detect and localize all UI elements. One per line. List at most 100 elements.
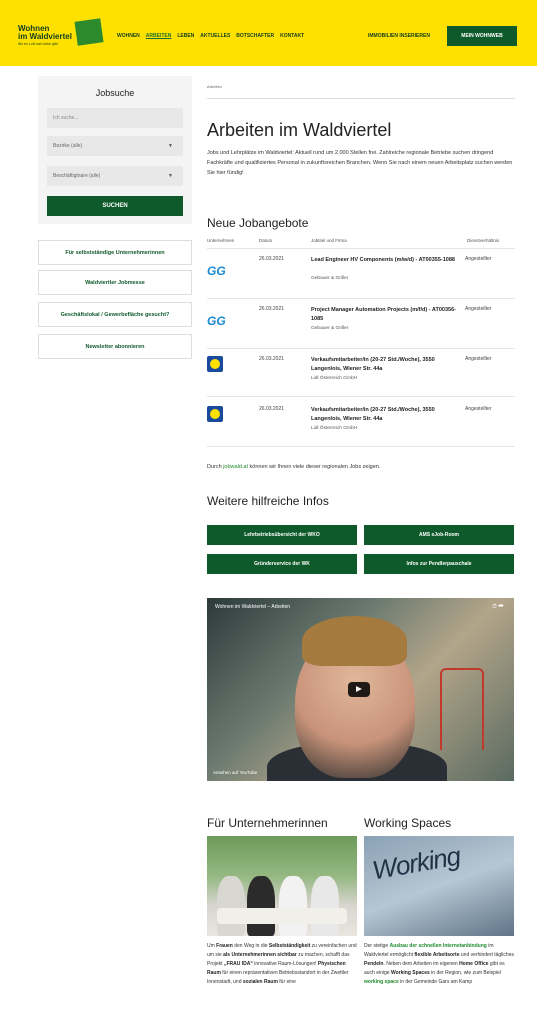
video-person-hair bbox=[302, 616, 407, 666]
job-date: 26.03.2021 bbox=[259, 306, 285, 312]
gruenderservice-button[interactable]: Gründerservice der WK bbox=[207, 554, 357, 574]
text-bold: „FRAU IDA“ bbox=[223, 961, 253, 967]
hours-select[interactable]: Beschäftigtnare (alle) ▼ bbox=[47, 166, 183, 186]
text-segment: und verhindert tägliches bbox=[459, 952, 514, 958]
job-title[interactable]: Lead Engineer HV Components (m/w/d) - AT… bbox=[311, 256, 461, 265]
unternehmerinnen-image[interactable] bbox=[207, 836, 357, 936]
text-segment: den Weg in die bbox=[232, 943, 269, 949]
job-date: 26.03.2021 bbox=[259, 406, 285, 412]
info-heading: Weitere hilfreiche Infos bbox=[207, 494, 329, 508]
text-bold: Frauen bbox=[216, 943, 233, 949]
video-player[interactable]: Wohnen im Waldviertel – Arbeiten ⏱ ➦ Ans… bbox=[207, 598, 514, 781]
link-geschaeftslokal[interactable]: Geschäftslokal / Gewerbefläche gesucht? bbox=[38, 302, 192, 327]
note-text: Durch bbox=[207, 464, 224, 470]
divider bbox=[207, 248, 515, 249]
page-title: Arbeiten im Waldviertel bbox=[207, 120, 392, 140]
mein-wohnweb-button[interactable]: MEIN WOHNWEB bbox=[447, 26, 517, 46]
job-company: Lidl Österreich GmbH bbox=[311, 426, 358, 431]
link-newsletter[interactable]: Newsletter abonnieren bbox=[38, 334, 192, 359]
site-header: Wohnen im Waldviertel Wo es Luft und Lie… bbox=[0, 0, 537, 66]
logo-text: Wohnen im Waldviertel bbox=[18, 25, 72, 41]
nav-arbeiten[interactable]: ARBEITEN bbox=[146, 33, 172, 39]
intro-text: Jobs und Lehrplätze im Waldviertel: Aktu… bbox=[207, 150, 513, 176]
video-title[interactable]: Wohnen im Waldviertel – Arbeiten bbox=[215, 604, 290, 610]
share-icon[interactable]: ⏱ ➦ bbox=[492, 604, 504, 611]
unternehmerinnen-text: Um Frauen den Weg in die Selbstständigke… bbox=[207, 942, 357, 987]
job-row[interactable]: 26.03.2021 Verkaufsmitarbeiter/in (20-27… bbox=[207, 354, 515, 398]
job-company: Gebauer & Griller bbox=[311, 326, 349, 331]
text-segment: in der Region, wie zum Beispiel bbox=[429, 970, 501, 976]
job-row[interactable]: GG 26.03.2021 Project Manager Automation… bbox=[207, 304, 515, 348]
working-spaces-text: Der stetige Ausbau der schnellen Interne… bbox=[364, 942, 514, 987]
person-figure bbox=[311, 876, 339, 936]
text-segment: für eine bbox=[277, 979, 296, 985]
site-logo[interactable]: Wohnen im Waldviertel Wo es Luft und Lie… bbox=[18, 18, 108, 50]
divider bbox=[207, 298, 515, 299]
job-date: 26.03.2021 bbox=[259, 356, 285, 362]
text-bold: flexible Arbeitsorte bbox=[414, 952, 460, 958]
job-row[interactable]: GG 26.03.2021 Lead Engineer HV Component… bbox=[207, 254, 515, 298]
divider bbox=[207, 396, 515, 397]
play-icon[interactable] bbox=[348, 682, 370, 697]
district-value: Bezirke (alle) bbox=[53, 143, 83, 149]
job-company: Lidl Österreich GmbH bbox=[311, 376, 358, 381]
person-figure bbox=[247, 876, 275, 936]
lidl-logo-icon bbox=[207, 406, 223, 422]
nav-aktuelles[interactable]: AKTUELLES bbox=[200, 33, 230, 39]
jobwald-link[interactable]: jobwald.at bbox=[223, 464, 248, 470]
divider bbox=[207, 348, 515, 349]
text-bold: Pendeln bbox=[364, 961, 384, 967]
text-link[interactable]: Ausbau der schnellen Internetanbindung bbox=[390, 943, 487, 949]
col-unternehmen: Unternehmen bbox=[207, 238, 235, 243]
link-selbststaendige[interactable]: Für selbstständige Unternehmerinnen bbox=[38, 240, 192, 265]
breadcrumb[interactable]: Arbeiten bbox=[207, 84, 222, 89]
nav-wohnen[interactable]: WOHNEN bbox=[117, 33, 140, 39]
jobsuche-title: Jobsuche bbox=[95, 88, 135, 98]
text-bold: Working Spaces bbox=[390, 970, 430, 976]
working-sign-text: Working bbox=[369, 840, 463, 886]
working-spaces-heading: Working Spaces bbox=[364, 816, 452, 830]
text-segment: . Neben dem Arbeiten im eigenen bbox=[383, 961, 460, 967]
job-title[interactable]: Verkaufsmitarbeiter/in (20-27 Std./Woche… bbox=[311, 356, 461, 374]
immobilien-inserieren-link[interactable]: IMMOBILIEN INSERIEREN bbox=[368, 33, 430, 39]
chevron-down-icon: ▼ bbox=[168, 143, 173, 149]
text-segment: Der stetige bbox=[364, 943, 390, 949]
logo-line-2: im Waldviertel bbox=[18, 32, 72, 41]
text-segment: Um bbox=[207, 943, 217, 949]
job-title[interactable]: Project Manager Automation Projects (m/f… bbox=[311, 306, 461, 324]
district-select[interactable]: Bezirke (alle) ▼ bbox=[47, 136, 183, 156]
main-nav: WOHNEN ARBEITEN LEBEN AKTUELLES BOTSCHAF… bbox=[117, 33, 304, 39]
nav-botschafter[interactable]: BOTSCHAFTER bbox=[236, 33, 274, 39]
text-segment: innovative Raum-Lösungen! bbox=[252, 961, 318, 967]
link-jobmesse[interactable]: Waldviertler Jobmesse bbox=[38, 270, 192, 295]
unternehmerinnen-heading: Für Unternehmerinnen bbox=[207, 816, 328, 830]
person-figure bbox=[217, 876, 245, 936]
chevron-down-icon: ▼ bbox=[168, 173, 173, 179]
pendlerpauschale-button[interactable]: Infos zur Pendlerpauschale bbox=[364, 554, 514, 574]
job-row[interactable]: 26.03.2021 Verkaufsmitarbeiter/in (20-27… bbox=[207, 404, 515, 448]
col-dienstverhaeltnis: Dienstverhältnis bbox=[467, 238, 500, 243]
text-link[interactable]: working space bbox=[364, 979, 399, 985]
wko-button[interactable]: Lehrbetriebsübersicht der WKO bbox=[207, 525, 357, 545]
video-background-object bbox=[440, 668, 484, 750]
job-company: Gebauer & Griller bbox=[311, 276, 349, 281]
lidl-logo-icon bbox=[207, 356, 223, 372]
text-bold: sozialen Raum bbox=[242, 979, 278, 985]
job-type: Angestellter bbox=[465, 406, 492, 412]
job-title[interactable]: Verkaufsmitarbeiter/in (20-27 Std./Woche… bbox=[311, 406, 461, 424]
search-button[interactable]: SUCHEN bbox=[47, 196, 183, 216]
jobsuche-panel: Jobsuche Ich suche... Bezirke (alle) ▼ B… bbox=[38, 76, 192, 224]
nav-leben[interactable]: LEBEN bbox=[177, 33, 194, 39]
watch-on-youtube[interactable]: Ansehen auf YouTube bbox=[213, 770, 257, 775]
col-datum: Datum bbox=[259, 238, 273, 243]
jobs-heading: Neue Jobangebote bbox=[207, 216, 309, 230]
working-spaces-image[interactable]: Working bbox=[364, 836, 514, 936]
hours-value: Beschäftigtnare (alle) bbox=[53, 173, 101, 179]
search-input[interactable]: Ich suche... bbox=[47, 108, 183, 128]
text-segment: in der Gemeinde Gars am Kamp bbox=[398, 979, 473, 985]
logo-tagline: Wo es Luft und Liebe gibt bbox=[18, 42, 58, 46]
note-text: können wir Ihnen viele dieser regionalen… bbox=[247, 464, 381, 470]
ams-button[interactable]: AMS eJob-Room bbox=[364, 525, 514, 545]
nav-kontakt[interactable]: KONTAKT bbox=[280, 33, 304, 39]
text-bold: Home Office bbox=[459, 961, 489, 967]
